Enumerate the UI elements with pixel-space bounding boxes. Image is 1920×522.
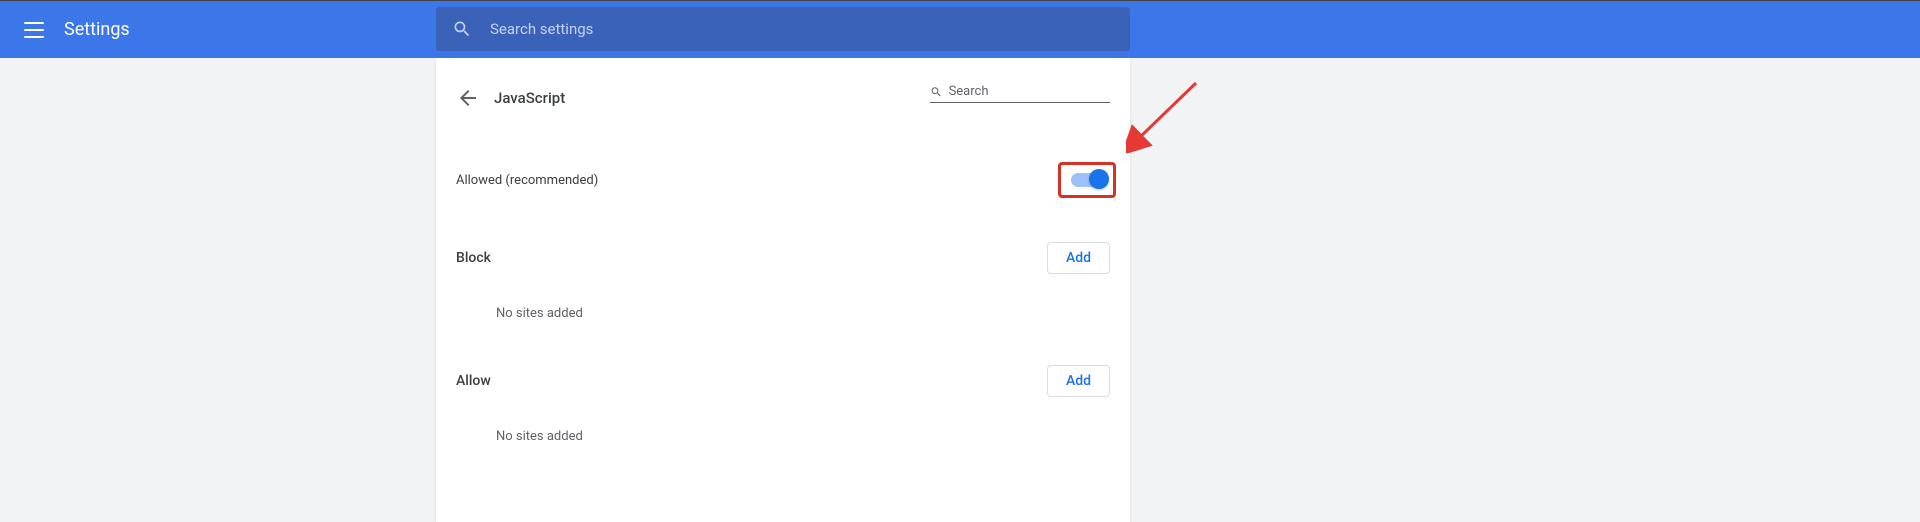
search-settings-input[interactable] <box>490 20 1114 38</box>
allowed-row: Allowed (recommended) <box>456 162 1110 198</box>
annotation-arrow-icon <box>1126 73 1206 153</box>
add-allow-button[interactable]: Add <box>1047 365 1110 397</box>
content-panel: JavaScript Allowed (recommended) Block A… <box>436 58 1130 522</box>
back-arrow-icon[interactable] <box>456 86 480 110</box>
add-block-button[interactable]: Add <box>1047 242 1110 274</box>
block-empty-text: No sites added <box>496 306 1110 321</box>
allowed-label: Allowed (recommended) <box>456 173 598 188</box>
panel-search-input[interactable] <box>949 84 1110 99</box>
app-header: Settings <box>0 1 1920 58</box>
panel-title: JavaScript <box>494 89 565 107</box>
block-section: Block Add No sites added <box>456 242 1110 321</box>
search-icon <box>452 19 472 39</box>
search-icon <box>930 85 943 99</box>
allow-section-head: Allow Add <box>456 365 1110 397</box>
block-label: Block <box>456 250 491 266</box>
block-section-head: Block Add <box>456 242 1110 274</box>
menu-icon[interactable] <box>24 18 48 42</box>
search-settings-bar[interactable] <box>436 7 1130 51</box>
allow-empty-text: No sites added <box>496 429 1110 444</box>
panel-header: JavaScript <box>456 80 1110 116</box>
panel-search[interactable] <box>930 84 1110 103</box>
allow-section: Allow Add No sites added <box>456 365 1110 444</box>
toggle-highlight-box <box>1058 162 1116 198</box>
toggle-knob <box>1089 169 1109 189</box>
allow-label: Allow <box>456 373 491 389</box>
javascript-toggle[interactable] <box>1071 173 1105 187</box>
page-title: Settings <box>64 19 130 40</box>
